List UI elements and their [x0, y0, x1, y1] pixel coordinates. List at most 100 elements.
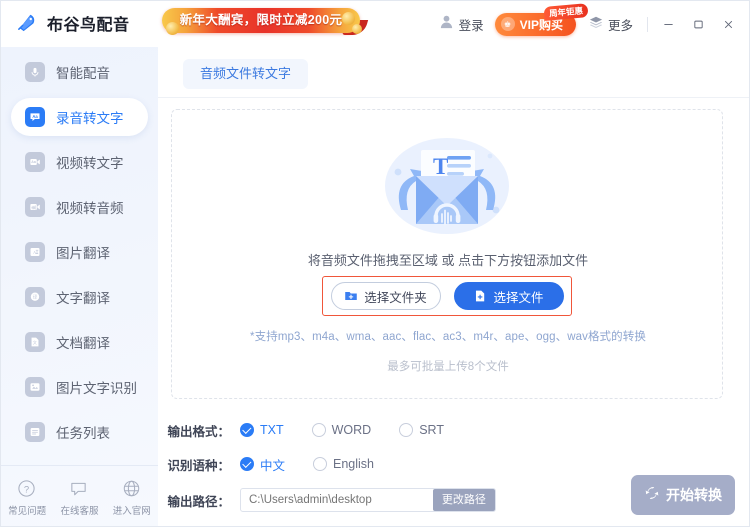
output-path-row: 输出路径： 更改路径 — [158, 488, 496, 512]
speech-aa-icon: Aa — [25, 107, 45, 127]
more-menu-button[interactable]: 更多 — [580, 1, 642, 47]
language-option-english[interactable]: English — [313, 457, 374, 471]
tab-bar: 音频文件转文字 — [158, 59, 749, 98]
sidebar-item-label: 任务列表 — [56, 426, 110, 441]
radio-unchecked-icon — [399, 423, 414, 437]
start-convert-label: 开始转换 — [666, 487, 722, 503]
sidebar: 智能配音 Aa 录音转文字 Aa 视频转文字 视频转音频 A 图片翻译 译 文字… — [1, 47, 158, 526]
option-label: 中文 — [260, 458, 286, 473]
sidebar-item-image-translate[interactable]: A 图片翻译 — [11, 233, 148, 271]
sidebar-item-label: 图片翻译 — [56, 246, 110, 261]
convert-arrows-icon — [644, 485, 660, 506]
sidebar-footer-website[interactable]: 进入官网 — [108, 479, 156, 517]
crown-icon: ♚ — [500, 17, 515, 31]
svg-text:T: T — [433, 154, 448, 179]
output-path-field[interactable]: 更改路径 — [240, 488, 496, 512]
question-circle-icon: ? — [17, 479, 37, 499]
main-content: 音频文件转文字 T 将音频文件拖拽至区域 或 点击下方按钮添加文件 选择文件夹 … — [158, 47, 749, 526]
video-audio-icon — [25, 197, 45, 217]
sidebar-item-label: 视频转音频 — [56, 201, 124, 216]
batch-limit-note: 最多可批量上传8个文件 — [387, 361, 509, 373]
language-row: 识别语种： 中文 English — [158, 453, 402, 475]
bird-logo-icon — [15, 10, 40, 35]
option-label: TXT — [260, 423, 284, 437]
output-format-label: 输出格式： — [167, 424, 230, 439]
language-label: 识别语种： — [167, 458, 230, 473]
radio-checked-icon — [240, 457, 254, 471]
option-label: SRT — [419, 423, 444, 437]
promo-banner-text: 新年大酬宾，限时立减200元 — [179, 13, 343, 27]
sidebar-footer: ? 常见问题 在线客服 进入官网 — [1, 465, 158, 526]
output-format-option-word[interactable]: WORD — [311, 423, 372, 437]
sidebar-footer-support[interactable]: 在线客服 — [55, 479, 103, 517]
promo-banner[interactable]: 新年大酬宾，限时立减200元 — [156, 6, 369, 36]
sidebar-item-label: 图片文字识别 — [56, 381, 137, 396]
sidebar-item-task-list[interactable]: 任务列表 — [11, 413, 148, 451]
start-convert-button[interactable]: 开始转换 — [631, 475, 735, 515]
output-format-row: 输出格式： TXT WORD SRT — [158, 419, 472, 441]
file-dropzone[interactable]: T 将音频文件拖拽至区域 或 点击下方按钮添加文件 选择文件夹 选择文件 *支持… — [171, 109, 723, 399]
folder-plus-icon — [344, 289, 358, 303]
globe-icon — [122, 479, 142, 499]
supported-format-note: *支持mp3、m4a、wma、aac、flac、ac3、m4r、ape、ogg、… — [250, 331, 646, 343]
chat-bubble-icon — [69, 479, 89, 499]
login-button[interactable]: 登录 — [430, 1, 493, 47]
sidebar-footer-label: 常见问题 — [8, 505, 47, 517]
file-plus-icon — [473, 289, 487, 303]
sidebar-footer-label: 进入官网 — [112, 505, 151, 517]
option-label: English — [333, 457, 375, 471]
sidebar-footer-faq[interactable]: ? 常见问题 — [3, 479, 51, 517]
sidebar-item-ocr[interactable]: 图片文字识别 — [11, 368, 148, 406]
sidebar-item-smart-dubbing[interactable]: 智能配音 — [11, 53, 148, 91]
output-format-options: TXT WORD SRT — [240, 423, 472, 437]
title-bar-actions: 登录 ♚ VIP购买 周年钜惠 更多 — [430, 1, 743, 47]
change-path-button[interactable]: 更改路径 — [432, 489, 495, 511]
maximize-button[interactable] — [683, 1, 713, 47]
select-folder-label: 选择文件夹 — [364, 290, 427, 305]
sidebar-item-label: 文档翻译 — [56, 336, 110, 351]
sidebar-item-video-to-text[interactable]: Aa 视频转文字 — [11, 143, 148, 181]
dropzone-hint: 将音频文件拖拽至区域 或 点击下方按钮添加文件 — [307, 253, 589, 268]
application-window: 布谷鸟配音 新年大酬宾，限时立减200元 登录 ♚ VIP购买 周年钜惠 更多 … — [0, 0, 750, 527]
svg-text:Aa: Aa — [32, 114, 38, 119]
sidebar-item-label: 文字翻译 — [56, 291, 110, 306]
layers-icon — [589, 15, 603, 34]
close-button[interactable] — [713, 1, 743, 47]
app-logo: 布谷鸟配音 — [15, 10, 130, 35]
sidebar-item-doc-translate[interactable]: 文 文档翻译 — [11, 323, 148, 361]
radio-checked-icon — [240, 423, 254, 437]
audio-to-text-envelope-icon: T — [372, 132, 522, 244]
sidebar-item-video-to-audio[interactable]: 视频转音频 — [11, 188, 148, 226]
sidebar-footer-label: 在线客服 — [60, 505, 99, 517]
sidebar-item-audio-to-text[interactable]: Aa 录音转文字 — [11, 98, 148, 136]
text-translate-icon: 译 — [25, 287, 45, 307]
output-path-label: 输出路径： — [167, 494, 230, 509]
settings-panel: 输出格式： TXT WORD SRT 识别语种： 中文 English 输出路径… — [158, 415, 749, 526]
output-format-option-srt[interactable]: SRT — [399, 423, 444, 437]
option-label: WORD — [331, 423, 372, 437]
vip-purchase[interactable]: ♚ VIP购买 周年钜惠 — [494, 2, 589, 36]
app-name: 布谷鸟配音 — [47, 16, 130, 34]
select-file-button[interactable]: 选择文件 — [453, 282, 564, 310]
minimize-button[interactable] — [653, 1, 683, 47]
language-option-chinese[interactable]: 中文 — [240, 455, 285, 474]
title-bar: 布谷鸟配音 新年大酬宾，限时立减200元 登录 ♚ VIP购买 周年钜惠 更多 — [1, 1, 749, 47]
doc-translate-icon: 文 — [25, 332, 45, 352]
video-aa-icon: Aa — [25, 152, 45, 172]
sidebar-item-label: 录音转文字 — [56, 111, 124, 126]
image-translate-icon: A — [25, 242, 45, 262]
output-path-input[interactable] — [241, 489, 433, 511]
user-avatar-icon — [439, 14, 454, 34]
output-format-option-txt[interactable]: TXT — [240, 423, 284, 437]
language-options: 中文 English — [240, 455, 402, 474]
radio-unchecked-icon — [311, 423, 326, 437]
sidebar-item-label: 智能配音 — [56, 66, 110, 81]
svg-text:译: 译 — [33, 294, 38, 301]
mic-icon — [25, 62, 45, 82]
sidebar-item-text-translate[interactable]: 译 文字翻译 — [11, 278, 148, 316]
tab-audio-to-text[interactable]: 音频文件转文字 — [183, 59, 309, 89]
radio-unchecked-icon — [313, 457, 328, 471]
select-folder-button[interactable]: 选择文件夹 — [330, 282, 441, 310]
sidebar-item-label: 视频转文字 — [56, 156, 124, 171]
login-label: 登录 — [458, 18, 484, 33]
